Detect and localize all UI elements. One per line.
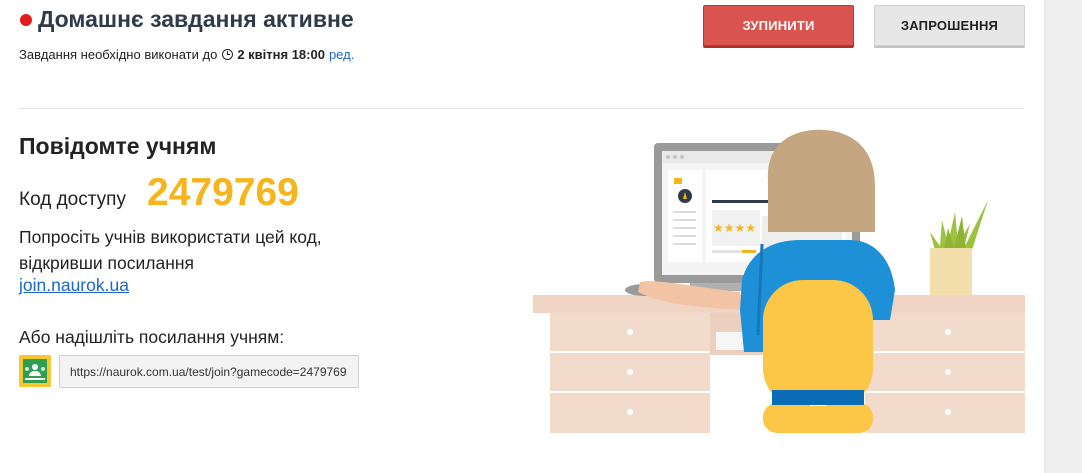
deadline-value: 2 квітня 18:00 [237, 47, 325, 62]
page-title: Домашнє завдання активне [38, 6, 354, 32]
edit-deadline-link[interactable]: ред. [329, 47, 354, 62]
active-status-dot [20, 14, 32, 26]
join-link[interactable]: join.naurok.ua [19, 275, 129, 296]
divider [18, 108, 1024, 109]
stop-button[interactable]: Зупинити [703, 5, 854, 46]
rating-stars: ★★★★ [713, 221, 756, 235]
deadline-info: Завдання необхідно виконати до 2 квітня … [19, 47, 354, 62]
homework-header: Домашнє завдання активне Завдання необхі… [18, 5, 1028, 66]
instruction-text: Попросіть учнів використати цей код, від… [19, 227, 322, 273]
invite-button[interactable]: Запрошення [874, 5, 1025, 46]
access-code-label: Код доступу [19, 189, 126, 210]
send-link-label: Або надішліть посилання учням: [19, 327, 285, 347]
clock-icon [222, 49, 234, 60]
deadline-prefix: Завдання необхідно виконати до [19, 47, 218, 62]
google-classroom-icon[interactable] [19, 355, 51, 387]
student-at-computer-illustration: ★★★★ [533, 129, 1025, 433]
access-code-value: 2479769 [147, 171, 299, 214]
section-title: Повідомте учням [19, 133, 217, 159]
scrollbar-gutter[interactable] [1044, 0, 1082, 473]
share-link-field[interactable] [59, 355, 359, 388]
